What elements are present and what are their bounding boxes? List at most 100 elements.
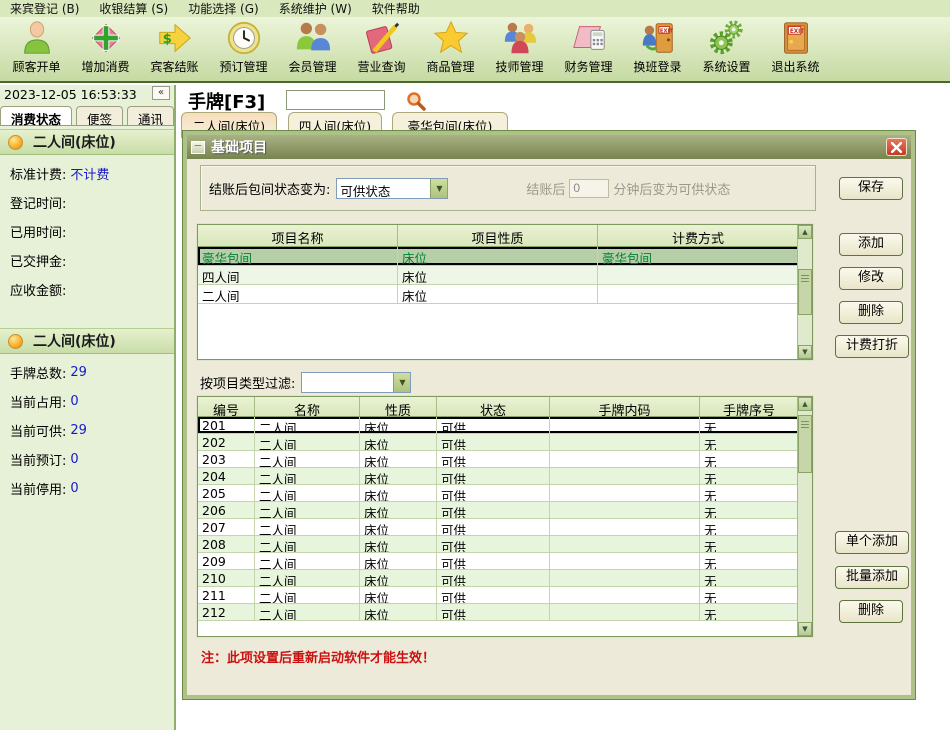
toolbar-reservation[interactable]: 预订管理 [209, 17, 278, 79]
chevron-down-icon: ▼ [430, 179, 447, 198]
info-row: 登记时间: [0, 184, 174, 213]
table-row[interactable]: 二人间 床位 [198, 285, 812, 304]
status-ball-icon [8, 135, 23, 150]
toolbar-customer-billing[interactable]: 顾客开单 [2, 17, 71, 79]
table-row[interactable]: 205 二人间 床位 可供 无 [198, 485, 812, 502]
page-title: 手牌[F3] [188, 88, 265, 114]
dialog-titlebar[interactable]: － 基础项目 [187, 135, 911, 159]
item-types-body: 豪华包间 床位 豪华包间 四人间 床位 二人间 床位 [198, 247, 812, 304]
stat-row: 当前占用: 0 [0, 383, 174, 412]
toolbar-technician-management[interactable]: 技师管理 [485, 17, 554, 79]
stats-list: 手牌总数: 29 当前占用: 0 当前可供: 29 当前预订: 0 当前停用: … [0, 354, 174, 499]
restart-note: 注：此项设置后重新启动软件才能生效！ [201, 647, 435, 666]
add-consumption-icon [87, 19, 125, 57]
delete-button[interactable]: 删除 [839, 301, 903, 324]
goods-management-icon [432, 19, 470, 57]
toolbar: 顾客开单 增加消费 $ 宾客结账 预订管理 会员管理 营业查询 商品管理 技师管… [0, 17, 950, 83]
minimize-icon: － [191, 141, 205, 154]
save-button[interactable]: 保存 [839, 177, 903, 200]
sidebar: 2023-12-05 16:53:33 « 消费状态 便签 通讯 二人间(床位)… [0, 85, 176, 730]
menu-software-help[interactable]: 软件帮助 [362, 0, 430, 17]
filter-select[interactable]: ▼ [301, 372, 411, 393]
menu-cashier-settle[interactable]: 收银结算 (S) [89, 0, 178, 17]
toolbar-finance-management[interactable]: 财务管理 [554, 17, 623, 79]
guest-checkout-icon: $ [156, 19, 194, 57]
stat-row: 当前可供: 29 [0, 412, 174, 441]
chevron-down-icon: ▼ [393, 373, 410, 392]
info-row: 已交押金: [0, 242, 174, 271]
item-types-header: 项目名称 项目性质 计费方式 [198, 225, 812, 247]
datetime-label: 2023-12-05 16:53:33 [4, 87, 137, 102]
member-management-icon [294, 19, 332, 57]
tab-consume-status[interactable]: 消费状态 [0, 106, 72, 125]
scroll-down-icon[interactable]: ▼ [798, 622, 812, 636]
toolbar-guest-checkout[interactable]: $ 宾客结账 [140, 17, 209, 79]
system-settings-icon [708, 19, 746, 57]
room-info-list: 标准计费: 不计费 登记时间: 已用时间: 已交押金: 应收金额: [0, 155, 174, 325]
toolbar-business-query[interactable]: 营业查询 [347, 17, 416, 79]
toolbar-shift-login[interactable]: EXIT 换班登录 [623, 17, 692, 79]
scroll-down-icon[interactable]: ▼ [798, 345, 812, 359]
scrollbar-thumb[interactable] [798, 269, 812, 315]
hand-tag-search-input[interactable] [286, 90, 385, 110]
minutes-input[interactable] [569, 179, 609, 198]
stat-row: 当前预订: 0 [0, 441, 174, 470]
svg-text:EXIT: EXIT [789, 29, 803, 35]
settings-groupbox: 结账后包间状态变为: 可供状态 ▼ 结账后 分钟后变为可供状态 [200, 165, 816, 211]
table-row[interactable]: 212 二人间 床位 可供 无 [198, 604, 812, 621]
menu-guest-register[interactable]: 来宾登记 (B) [0, 0, 89, 17]
status-ball-icon [8, 334, 23, 349]
finance-management-icon [570, 19, 608, 57]
tab-communication[interactable]: 通讯 [127, 106, 174, 125]
hand-tags-body: 201 二人间 床位 可供 无 202 二人间 床位 可供 无 [198, 417, 812, 621]
close-button[interactable] [886, 138, 907, 156]
table-row[interactable]: 211 二人间 床位 可供 无 [198, 587, 812, 604]
modify-button[interactable]: 修改 [839, 267, 903, 290]
table-row[interactable]: 210 二人间 床位 可供 无 [198, 570, 812, 587]
svg-text:$: $ [162, 32, 171, 47]
filter-label: 按项目类型过滤: [200, 373, 295, 392]
item-types-table: 项目名称 项目性质 计费方式 豪华包间 床位 豪华包间 四人间 床位 二 [197, 224, 813, 360]
technician-management-icon [501, 19, 539, 57]
scrollbar-thumb[interactable] [798, 415, 812, 473]
billing-discount-button[interactable]: 计费打折 [835, 335, 909, 358]
table-row[interactable]: 四人间 床位 [198, 266, 812, 285]
minutes-suffix-label: 分钟后变为可供状态 [613, 179, 730, 198]
toolbar-add-consumption[interactable]: 增加消费 [71, 17, 140, 79]
toolbar-system-settings[interactable]: 系统设置 [692, 17, 761, 79]
table-row[interactable]: 豪华包间 床位 豪华包间 [198, 247, 812, 266]
table-row[interactable]: 208 二人间 床位 可供 无 [198, 536, 812, 553]
dialog-title: 基础项目 [211, 137, 886, 157]
single-add-button[interactable]: 单个添加 [835, 531, 909, 554]
table-row[interactable]: 202 二人间 床位 可供 无 [198, 434, 812, 451]
business-query-icon [363, 19, 401, 57]
status-select[interactable]: 可供状态 ▼ [336, 178, 448, 199]
menu-bar: 来宾登记 (B) 收银结算 (S) 功能选择 (G) 系统维护 (W) 软件帮助 [0, 0, 950, 17]
basic-items-dialog: － 基础项目 结账后包间状态变为: 可供状态 ▼ 结账后 分钟后变为可供状态 保… [183, 131, 915, 699]
sidebar-collapse-button[interactable]: « [152, 86, 170, 100]
delete-tag-button[interactable]: 删除 [839, 600, 903, 623]
table-row[interactable]: 203 二人间 床位 可供 无 [198, 451, 812, 468]
hand-tags-header: 编号 名称 性质 状态 手牌内码 手牌序号 [198, 397, 812, 417]
room-panel-header: 二人间(床位) [0, 129, 174, 155]
table-row[interactable]: 206 二人间 床位 可供 无 [198, 502, 812, 519]
table-row[interactable]: 204 二人间 床位 可供 无 [198, 468, 812, 485]
scroll-up-icon[interactable]: ▲ [798, 397, 812, 411]
batch-add-button[interactable]: 批量添加 [835, 566, 909, 589]
toolbar-exit-system[interactable]: EXIT 退出系统 [761, 17, 830, 79]
table-row[interactable]: 207 二人间 床位 可供 无 [198, 519, 812, 536]
table1-scrollbar[interactable]: ▲ ▼ [797, 225, 812, 359]
menu-function-select[interactable]: 功能选择 (G) [178, 0, 268, 17]
toolbar-member-management[interactable]: 会员管理 [278, 17, 347, 79]
scroll-up-icon[interactable]: ▲ [798, 225, 812, 239]
info-row: 应收金额: [0, 271, 174, 300]
menu-system-maintain[interactable]: 系统维护 (W) [269, 0, 362, 17]
tab-notes[interactable]: 便签 [76, 106, 123, 125]
stats-panel-header: 二人间(床位) [0, 328, 174, 354]
table2-scrollbar[interactable]: ▲ ▼ [797, 397, 812, 636]
table-row[interactable]: 201 二人间 床位 可供 无 [198, 417, 812, 434]
table-row[interactable]: 209 二人间 床位 可供 无 [198, 553, 812, 570]
toolbar-goods-management[interactable]: 商品管理 [416, 17, 485, 79]
add-button[interactable]: 添加 [839, 233, 903, 256]
shift-login-icon: EXIT [639, 19, 677, 57]
